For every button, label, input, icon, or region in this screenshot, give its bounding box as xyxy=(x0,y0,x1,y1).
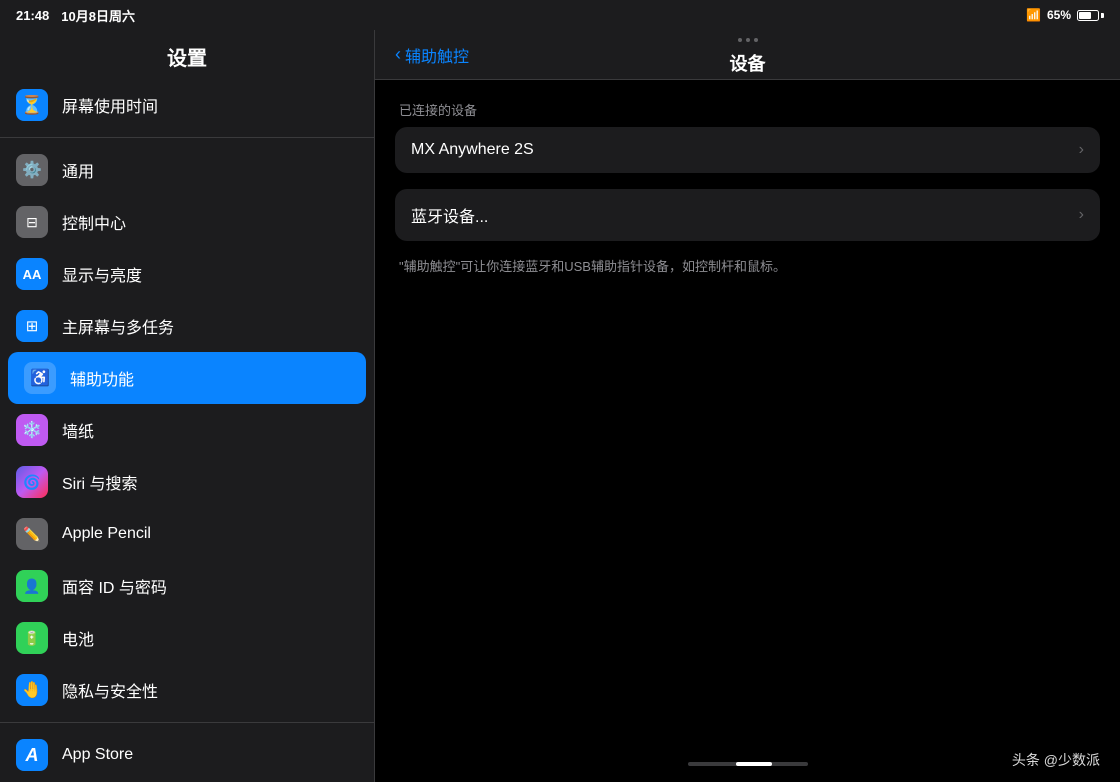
sidebar-item-home-screen[interactable]: ⊞ 主屏幕与多任务 xyxy=(0,300,374,352)
mx-anywhere-label: MX Anywhere 2S xyxy=(411,141,1079,159)
wifi-icon: 📶 xyxy=(1026,8,1041,22)
sidebar-item-appstore[interactable]: A App Store xyxy=(0,729,374,781)
status-bar: 21:48 10月8日周六 📶 65% xyxy=(0,0,1120,30)
mx-anywhere-row[interactable]: MX Anywhere 2S › xyxy=(395,127,1100,173)
left-panel: 设置 ⏳ 屏幕使用时间 ⚙️ 通用 ⊟ 控制中心 AA 显示与亮度 xyxy=(0,30,375,782)
sidebar-item-faceid[interactable]: 👤 面容 ID 与密码 xyxy=(0,560,374,612)
sidebar-item-wallpaper[interactable]: ❄️ 墙纸 xyxy=(0,404,374,456)
appstore-icon: A xyxy=(16,739,48,771)
divider-2 xyxy=(0,722,374,723)
bluetooth-card: 蓝牙设备... › xyxy=(395,189,1100,241)
control-center-icon: ⊟ xyxy=(16,206,48,238)
sidebar-item-display[interactable]: AA 显示与亮度 xyxy=(0,248,374,300)
sidebar-item-accessibility[interactable]: ♿ 辅助功能 xyxy=(8,352,366,404)
status-bar-right: 📶 65% xyxy=(1026,8,1104,22)
sidebar-item-general[interactable]: ⚙️ 通用 xyxy=(0,144,374,196)
home-screen-label: 主屏幕与多任务 xyxy=(62,314,358,338)
right-panel-title: 设备 xyxy=(730,50,766,76)
back-chevron-icon: ‹ xyxy=(395,44,401,65)
privacy-label: 隐私与安全性 xyxy=(62,678,358,702)
siri-icon: 🌀 xyxy=(16,466,48,498)
back-button[interactable]: ‹ 辅助触控 xyxy=(395,43,469,67)
control-center-label: 控制中心 xyxy=(62,210,358,234)
scroll-indicator-container xyxy=(375,746,1120,782)
apple-pencil-icon: ✏️ xyxy=(16,518,48,550)
status-bar-left: 21:48 10月8日周六 xyxy=(16,6,135,25)
faceid-label: 面容 ID 与密码 xyxy=(62,574,358,598)
battery-percent: 65% xyxy=(1047,8,1071,22)
screen-time-icon: ⏳ xyxy=(16,89,48,121)
home-screen-icon: ⊞ xyxy=(16,310,48,342)
battery-icon xyxy=(1077,10,1104,21)
sidebar-item-control-center[interactable]: ⊟ 控制中心 xyxy=(0,196,374,248)
settings-title: 设置 xyxy=(16,42,358,71)
back-label: 辅助触控 xyxy=(405,43,469,67)
three-dots xyxy=(738,38,758,42)
left-header: 设置 xyxy=(0,30,374,79)
wallpaper-label: 墙纸 xyxy=(62,418,358,442)
bluetooth-row[interactable]: 蓝牙设备... › xyxy=(395,189,1100,241)
settings-list[interactable]: ⏳ 屏幕使用时间 ⚙️ 通用 ⊟ 控制中心 AA 显示与亮度 ⊞ xyxy=(0,79,374,782)
display-icon: AA xyxy=(16,258,48,290)
scroll-indicator xyxy=(688,762,808,766)
wallpaper-icon: ❄️ xyxy=(16,414,48,446)
privacy-icon: 🤚 xyxy=(16,674,48,706)
right-content: 已连接的设备 MX Anywhere 2S › 蓝牙设备... › "辅助触控"… xyxy=(375,80,1120,746)
accessibility-label: 辅助功能 xyxy=(70,366,350,390)
right-panel: ‹ 辅助触控 设备 已连接的设备 MX Anywhere 2S › 蓝牙设备..… xyxy=(375,30,1120,782)
apple-pencil-label: Apple Pencil xyxy=(62,525,358,543)
general-label: 通用 xyxy=(62,158,358,182)
battery-settings-icon: 🔋 xyxy=(16,622,48,654)
sidebar-item-screen-time[interactable]: ⏳ 屏幕使用时间 xyxy=(0,79,374,131)
watermark: 头条 @少数派 xyxy=(1012,750,1100,770)
bluetooth-chevron-icon: › xyxy=(1079,206,1084,224)
display-label: 显示与亮度 xyxy=(62,262,358,286)
connected-devices-card: MX Anywhere 2S › xyxy=(395,127,1100,173)
battery-label: 电池 xyxy=(62,626,358,650)
sidebar-item-privacy[interactable]: 🤚 隐私与安全性 xyxy=(0,664,374,716)
screen-time-label: 屏幕使用时间 xyxy=(62,93,358,117)
description-text: "辅助触控"可让你连接蓝牙和USB辅助指针设备，如控制杆和鼠标。 xyxy=(395,257,1100,277)
mx-anywhere-chevron-icon: › xyxy=(1079,141,1084,159)
section-header-devices: 已连接的设备 xyxy=(395,100,1100,119)
appstore-label: App Store xyxy=(62,746,358,764)
sidebar-item-battery[interactable]: 🔋 电池 xyxy=(0,612,374,664)
general-icon: ⚙️ xyxy=(16,154,48,186)
time: 21:48 xyxy=(16,8,49,23)
divider-1 xyxy=(0,137,374,138)
main-layout: 设置 ⏳ 屏幕使用时间 ⚙️ 通用 ⊟ 控制中心 AA 显示与亮度 xyxy=(0,30,1120,782)
date: 10月8日周六 xyxy=(61,6,135,25)
scroll-indicator-fill xyxy=(736,762,772,766)
bluetooth-label: 蓝牙设备... xyxy=(411,203,1079,227)
siri-label: Siri 与搜索 xyxy=(62,470,358,494)
faceid-icon: 👤 xyxy=(16,570,48,602)
sidebar-item-apple-pencil[interactable]: ✏️ Apple Pencil xyxy=(0,508,374,560)
accessibility-icon: ♿ xyxy=(24,362,56,394)
sidebar-item-siri[interactable]: 🌀 Siri 与搜索 xyxy=(0,456,374,508)
right-header: ‹ 辅助触控 设备 xyxy=(375,30,1120,80)
